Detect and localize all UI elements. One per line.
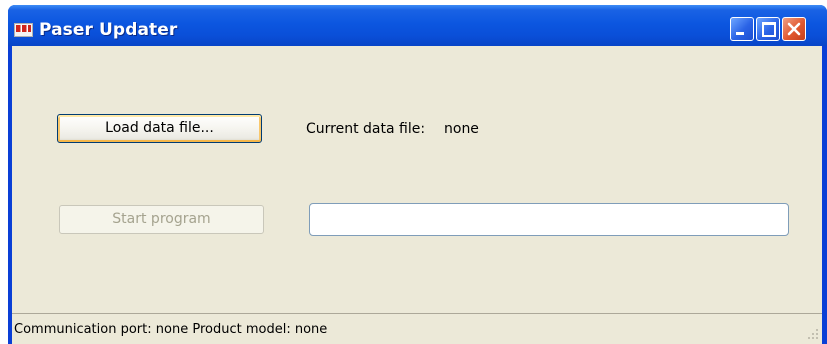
app-icon[interactable] <box>14 23 33 37</box>
client-area: Load data file... Current data file: non… <box>12 46 822 344</box>
app-window: Paser Updater Load data file... Current … <box>8 5 827 344</box>
minimize-icon <box>736 32 744 35</box>
current-data-file-value: none <box>444 121 479 137</box>
title-bar[interactable]: Paser Updater <box>8 5 827 46</box>
status-text: Communication port: none Product model: … <box>14 322 327 337</box>
load-data-file-button[interactable]: Load data file... <box>57 114 262 143</box>
window-title: Paser Updater <box>39 20 178 40</box>
resize-grip-icon[interactable] <box>807 328 819 340</box>
maximize-icon <box>762 22 776 37</box>
minimize-button[interactable] <box>730 17 754 41</box>
close-icon <box>787 22 801 36</box>
current-data-file-label: Current data file: <box>306 121 426 137</box>
product-model-label: Product model: <box>192 322 291 337</box>
communication-port-value: none <box>155 322 189 337</box>
progress-bar <box>309 203 789 236</box>
status-bar: Communication port: none Product model: … <box>12 313 822 344</box>
close-button[interactable] <box>782 17 806 41</box>
communication-port-label: Communication port: <box>14 322 152 337</box>
product-model-value: none <box>294 322 328 337</box>
maximize-button[interactable] <box>756 17 780 41</box>
start-program-button: Start program <box>59 205 264 234</box>
